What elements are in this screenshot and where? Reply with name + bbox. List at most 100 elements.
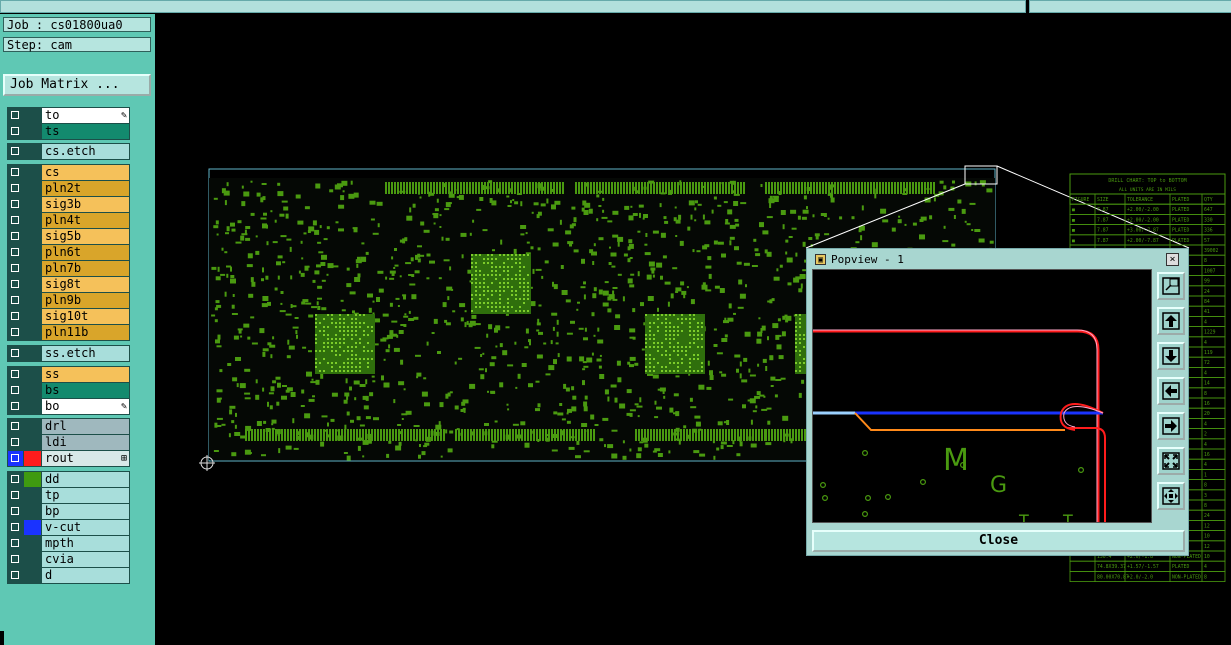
layer-row-pln6t[interactable]: pln6t [8,245,129,260]
pan-right-button[interactable] [1157,412,1185,440]
layer-color-swatch[interactable] [24,383,41,398]
layer-name[interactable]: bo ✎ [42,399,129,414]
layer-checkbox[interactable] [8,536,23,551]
close-button[interactable]: Close [812,530,1185,552]
layer-color-swatch[interactable] [24,504,41,519]
edit-mark-icon[interactable]: ✎ [121,108,127,123]
layer-row-cs.etch[interactable]: cs.etch [8,144,129,159]
layer-name[interactable]: to ✎ [42,108,129,123]
layer-checkbox[interactable] [8,435,23,450]
command-field[interactable] [0,0,1026,13]
layer-checkbox[interactable] [8,165,23,180]
layer-row-pln4t[interactable]: pln4t [8,213,129,228]
job-matrix-button[interactable]: Job Matrix ... [3,74,151,96]
layer-name[interactable]: pln6t [42,245,129,260]
layer-checkbox[interactable] [8,293,23,308]
layer-checkbox[interactable] [8,108,23,123]
zoom-fit-button[interactable] [1157,272,1185,300]
layer-color-swatch[interactable] [24,229,41,244]
layer-checkbox[interactable] [8,261,23,276]
layer-name[interactable]: dd [42,472,129,487]
layer-row-ss[interactable]: ss [8,367,129,382]
layer-name[interactable]: tp [42,488,129,503]
edit-mark-icon[interactable]: ✎ [121,399,127,414]
layer-row-bp[interactable]: bp [8,504,129,519]
layer-row-ts[interactable]: ts [8,124,129,139]
layer-checkbox[interactable] [8,472,23,487]
pan-left-button[interactable] [1157,377,1185,405]
layer-color-swatch[interactable] [24,419,41,434]
layer-row-sig3b[interactable]: sig3b [8,197,129,212]
layer-checkbox[interactable] [8,346,23,361]
layer-name[interactable]: bp [42,504,129,519]
layer-row-ldi[interactable]: ldi [8,435,129,450]
layer-name[interactable]: pln2t [42,181,129,196]
layer-name[interactable]: bs [42,383,129,398]
layer-color-swatch[interactable] [24,488,41,503]
layer-checkbox[interactable] [8,399,23,414]
layer-checkbox[interactable] [8,325,23,340]
layer-checkbox[interactable] [8,488,23,503]
pan-up-button[interactable] [1157,307,1185,335]
layer-name[interactable]: ts [42,124,129,139]
layer-checkbox[interactable] [8,197,23,212]
layer-checkbox[interactable] [8,383,23,398]
layer-row-bo[interactable]: bo ✎ [8,399,129,414]
layer-row-drl[interactable]: drl [8,419,129,434]
layer-color-swatch[interactable] [24,124,41,139]
layer-color-swatch[interactable] [24,552,41,567]
popview-titlebar[interactable]: ▣ Popview - 1 × [811,252,1183,267]
layer-color-swatch[interactable] [24,165,41,180]
layer-name[interactable]: sig8t [42,277,129,292]
layer-name[interactable]: sig5b [42,229,129,244]
layer-name[interactable]: pln7b [42,261,129,276]
layer-row-tp[interactable]: tp [8,488,129,503]
layer-name[interactable]: pln9b [42,293,129,308]
layer-name[interactable]: drl [42,419,129,434]
layer-row-cs[interactable]: cs [8,165,129,180]
layer-color-swatch[interactable] [24,520,41,535]
layer-row-v-cut[interactable]: v-cut [8,520,129,535]
layer-row-sig5b[interactable]: sig5b [8,229,129,244]
layer-name[interactable]: d [42,568,129,583]
layer-checkbox[interactable] [8,229,23,244]
layer-name[interactable]: pln11b [42,325,129,340]
layer-color-swatch[interactable] [24,309,41,324]
layer-color-swatch[interactable] [24,293,41,308]
layer-color-swatch[interactable] [24,213,41,228]
layer-name[interactable]: ldi [42,435,129,450]
layer-row-pln2t[interactable]: pln2t [8,181,129,196]
layer-color-swatch[interactable] [24,367,41,382]
layer-color-swatch[interactable] [24,451,41,466]
layer-row-pln9b[interactable]: pln9b [8,293,129,308]
layer-row-d[interactable]: d [8,568,129,583]
layer-name[interactable]: mpth [42,536,129,551]
layer-row-mpth[interactable]: mpth [8,536,129,551]
layer-row-to[interactable]: to ✎ [8,108,129,123]
pan-down-button[interactable] [1157,342,1185,370]
layer-name[interactable]: sig10t [42,309,129,324]
layer-row-sig10t[interactable]: sig10t [8,309,129,324]
layer-color-swatch[interactable] [24,197,41,212]
layer-name[interactable]: rout ⊞ [42,451,129,466]
layer-checkbox[interactable] [8,181,23,196]
layer-color-swatch[interactable] [24,435,41,450]
layer-color-swatch[interactable] [24,325,41,340]
layer-row-pln11b[interactable]: pln11b [8,325,129,340]
layer-checkbox[interactable] [8,124,23,139]
layer-color-swatch[interactable] [24,245,41,260]
close-icon[interactable]: × [1166,253,1179,266]
layer-checkbox[interactable] [8,568,23,583]
layer-name[interactable]: pln4t [42,213,129,228]
layer-checkbox[interactable] [8,144,23,159]
layer-color-swatch[interactable] [24,399,41,414]
zoom-in-button[interactable] [1157,447,1185,475]
layer-color-swatch[interactable] [24,261,41,276]
popview-canvas[interactable]: MGTT [812,269,1152,530]
layer-name[interactable]: cvia [42,552,129,567]
layer-color-swatch[interactable] [24,536,41,551]
layer-color-swatch[interactable] [24,472,41,487]
layer-name[interactable]: sig3b [42,197,129,212]
layer-checkbox[interactable] [8,367,23,382]
layer-color-swatch[interactable] [24,568,41,583]
